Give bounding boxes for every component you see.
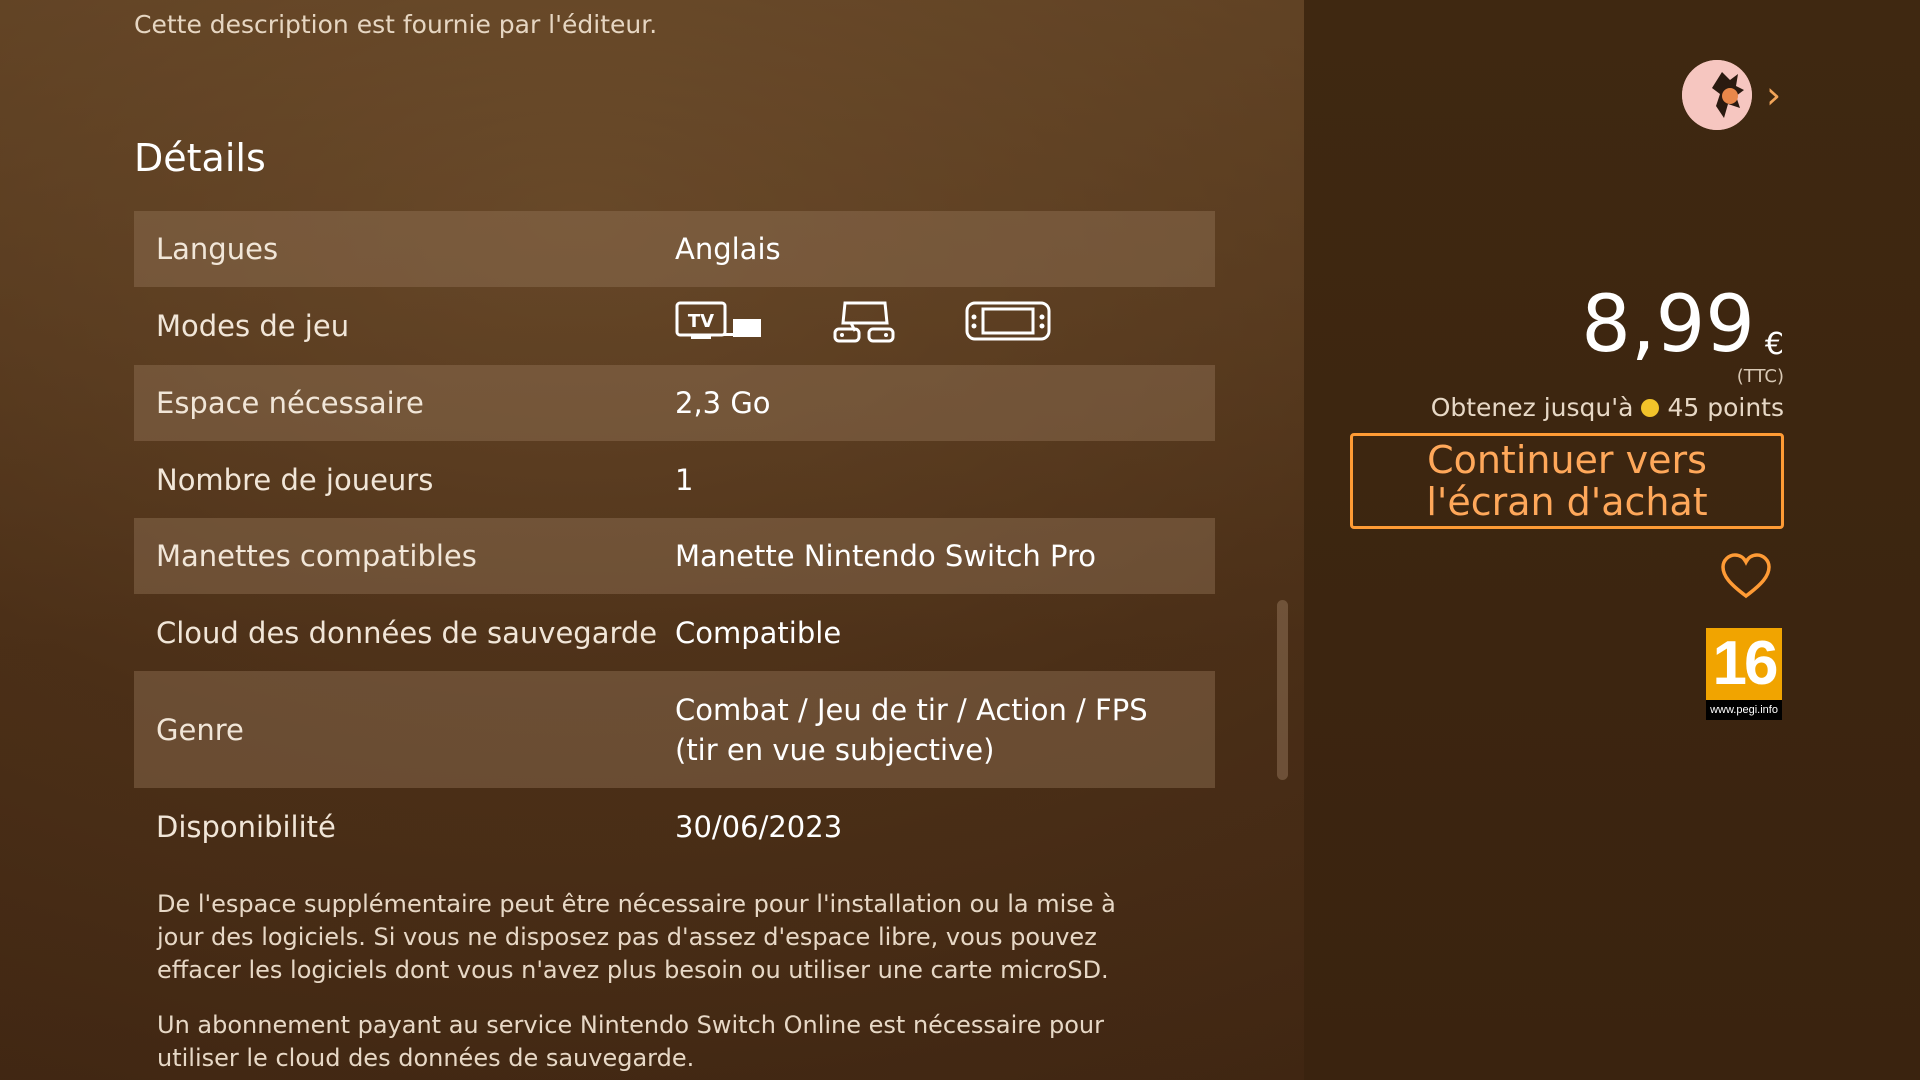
genre-line: (tir en vue subjective) xyxy=(675,732,995,767)
row-label: Cloud des données de sauvegarde xyxy=(156,615,658,650)
handheld-mode-icon xyxy=(965,299,1051,353)
row-label: Disponibilité xyxy=(156,809,336,844)
gold-points: Obtenez jusqu'à 45 points xyxy=(1431,393,1784,422)
row-value: 2,3 Go xyxy=(675,386,771,420)
tax-note: (TTC) xyxy=(1736,366,1784,387)
cloud-footnote: Un abonnement payant au service Nintendo… xyxy=(157,1011,1105,1072)
play-modes: TV xyxy=(675,299,1215,353)
details-title: Détails xyxy=(134,136,266,180)
wishlist-heart-icon[interactable] xyxy=(1720,552,1772,604)
user-profile[interactable]: › xyxy=(1682,60,1781,130)
scrollbar[interactable] xyxy=(1277,600,1288,780)
price-amount: 8,99 xyxy=(1581,280,1755,370)
row-value: 30/06/2023 xyxy=(675,809,843,844)
chevron-right-icon[interactable]: › xyxy=(1766,76,1781,114)
purchase-pane xyxy=(1304,0,1920,1080)
details-row-storage: Espace nécessaire 2,3 Go xyxy=(134,365,1215,441)
gold-coin-icon xyxy=(1641,398,1660,417)
pegi-rating-badge: 16 www.pegi.info xyxy=(1706,628,1782,720)
details-row-cloud-save: Cloud des données de sauvegarde Compatib… xyxy=(134,594,1215,671)
details-row-controllers: Manettes compatibles Manette Nintendo Sw… xyxy=(134,518,1215,594)
row-value: Manette Nintendo Switch Pro xyxy=(675,539,1097,573)
tabletop-mode-icon xyxy=(833,299,895,353)
pegi-age: 16 xyxy=(1712,629,1779,698)
details-row-languages: Langues Anglais xyxy=(134,211,1215,287)
publisher-note: Cette description est fournie par l'édit… xyxy=(134,10,658,39)
row-label: Espace nécessaire xyxy=(156,386,424,420)
genre-line: Combat / Jeu de tir / Action / FPS xyxy=(675,692,1148,727)
row-label: Genre xyxy=(156,712,244,747)
row-label: Manettes compatibles xyxy=(156,539,477,573)
points-value: 45 points xyxy=(1667,393,1784,422)
storage-footnote: De l'espace supplémentaire peut être néc… xyxy=(157,890,1116,984)
avatar[interactable] xyxy=(1682,60,1752,130)
pegi-site: www.pegi.info xyxy=(1706,700,1782,720)
details-table: Langues Anglais Modes de jeu TV Espace n… xyxy=(134,211,1215,865)
row-value: Compatible xyxy=(675,615,842,650)
row-label: Nombre de joueurs xyxy=(156,462,434,497)
tv-mode-icon: TV xyxy=(675,299,763,353)
details-row-genre: Genre Combat / Jeu de tir / Action / FPS… xyxy=(134,671,1215,788)
row-label: Modes de jeu xyxy=(156,309,350,343)
details-row-players: Nombre de joueurs 1 xyxy=(134,441,1215,518)
row-value: Anglais xyxy=(675,232,781,266)
details-row-release-date: Disponibilité 30/06/2023 xyxy=(134,788,1215,865)
row-value: Combat / Jeu de tir / Action / FPS (tir … xyxy=(675,690,1215,770)
continue-to-purchase-button[interactable]: Continuer vers l'écran d'achat xyxy=(1350,433,1784,529)
price-currency: € xyxy=(1764,327,1784,362)
price: 8,99 € xyxy=(1581,286,1784,364)
svg-text:TV: TV xyxy=(688,311,714,332)
points-prefix: Obtenez jusqu'à xyxy=(1430,393,1634,422)
row-value: 1 xyxy=(675,462,694,497)
details-row-play-modes: Modes de jeu TV xyxy=(134,287,1215,365)
row-label: Langues xyxy=(156,232,279,266)
